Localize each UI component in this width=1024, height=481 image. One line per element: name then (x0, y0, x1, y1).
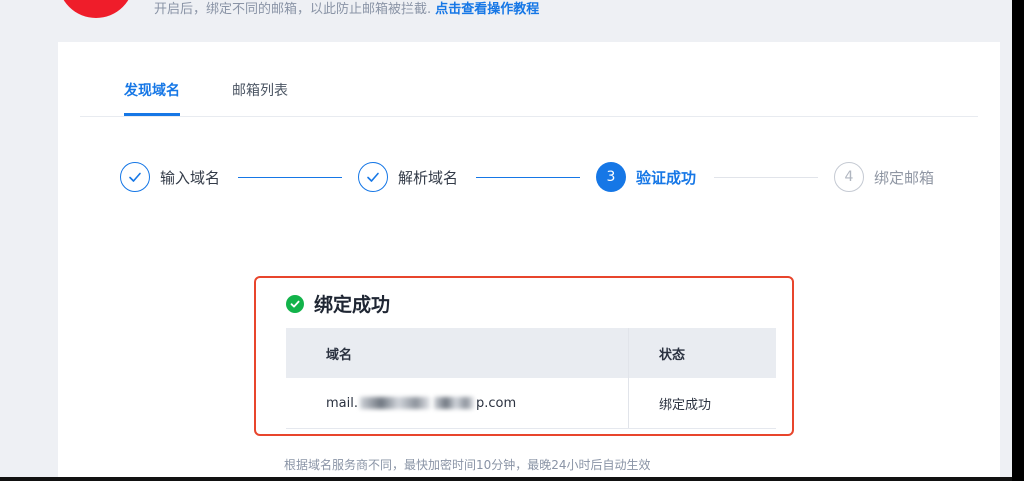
result-title-text: 绑定成功 (314, 294, 391, 316)
table-row: mail. p.com 绑定成功 (286, 378, 776, 429)
column-header-domain: 域名 (286, 328, 629, 378)
redacted-blur (434, 397, 474, 409)
step-connector-1 (238, 177, 342, 178)
step-1-label: 输入域名 (160, 169, 221, 187)
result-table: 域名 状态 mail. p.com 绑定成功 (286, 328, 776, 429)
result-title: 绑定成功 (286, 290, 390, 317)
step-4-number: 4 (834, 162, 864, 192)
top-hint: 开启后，绑定不同的邮箱，以此防止邮箱被拦截. 点击查看操作教程 (154, 0, 539, 17)
step-3-label: 验证成功 (636, 169, 697, 187)
step-2-label: 解析域名 (398, 169, 459, 187)
app-viewport: 开启后，绑定不同的邮箱，以此防止邮箱被拦截. 点击查看操作教程 发现域名 邮箱列… (0, 0, 1012, 481)
column-header-status: 状态 (628, 328, 776, 378)
domain-suffix: p.com (476, 395, 517, 411)
tutorial-link[interactable]: 点击查看操作教程 (435, 2, 539, 17)
hint-text: 开启后，绑定不同的邮箱，以此防止邮箱被拦截. (154, 2, 436, 17)
main-card: 发现域名 邮箱列表 输入域名 解析域名 3 验证成功 4 绑定邮箱 绑定成功 域… (58, 42, 1000, 481)
activation-note: 根据域名服务商不同，最快加密时间10分钟，最晚24小时后自动生效 (284, 458, 651, 472)
bind-result-panel: 绑定成功 域名 状态 mail. p.com 绑定成功 (254, 276, 794, 436)
redacted-blur (360, 397, 430, 409)
domain-prefix: mail. (326, 395, 358, 411)
tab-mailbox-list[interactable]: 邮箱列表 (232, 76, 288, 114)
logo (58, 0, 134, 18)
step-progress: 输入域名 解析域名 3 验证成功 4 绑定邮箱 (120, 162, 960, 196)
success-check-icon (286, 294, 304, 313)
step-3-number: 3 (596, 162, 626, 192)
step-connector-3 (714, 177, 818, 178)
table-header-row: 域名 状态 (286, 328, 776, 378)
tab-discover-domain[interactable]: 发现域名 (124, 76, 180, 116)
tab-bar: 发现域名 邮箱列表 (80, 76, 978, 117)
window-edge (1012, 0, 1024, 481)
step-4-label: 绑定邮箱 (874, 169, 935, 187)
domain-cell: mail. p.com (286, 378, 629, 429)
step-1-check-icon (120, 162, 150, 192)
step-2-check-icon (358, 162, 388, 192)
status-cell: 绑定成功 (628, 378, 776, 429)
step-connector-2 (476, 177, 580, 178)
window-bottom-edge (0, 477, 1012, 481)
